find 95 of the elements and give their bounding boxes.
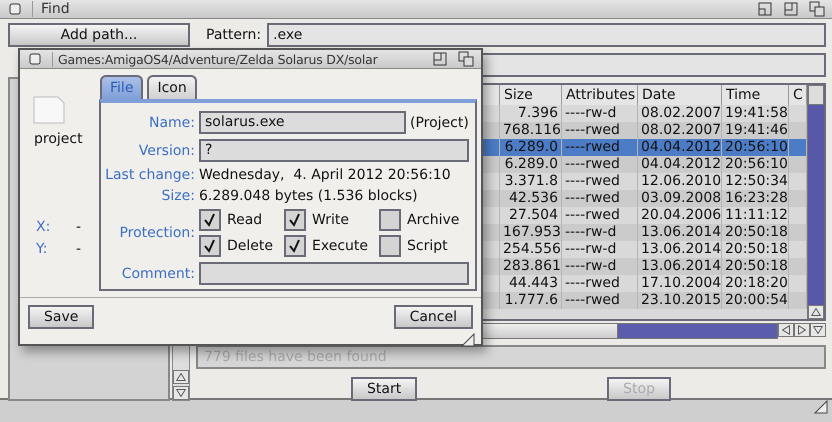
version-field[interactable]: ? xyxy=(199,139,469,162)
size-text: 6.289.048 bytes (1.536 blocks) xyxy=(199,188,419,204)
table-cell: 1.777.6 xyxy=(500,292,562,309)
checkbox[interactable] xyxy=(379,209,401,231)
table-cell: 19:41:58 xyxy=(722,105,789,122)
table-cell xyxy=(789,156,807,173)
table-cell: 167.953 xyxy=(500,224,562,241)
pattern-label: Pattern: xyxy=(206,27,262,43)
table-cell: 13.06.2014 xyxy=(638,258,722,275)
checkbox-label: Archive xyxy=(407,212,460,228)
table-cell: 08.02.2007 xyxy=(638,105,722,122)
field-label: Comment: xyxy=(120,266,195,282)
table-cell xyxy=(789,122,807,139)
table-cell: ----rw-d xyxy=(562,258,638,275)
resize-icon[interactable] xyxy=(461,333,475,347)
column-header[interactable]: Time xyxy=(722,85,789,106)
checkbox[interactable] xyxy=(199,209,221,231)
table-cell: ----rwed xyxy=(562,190,638,207)
save-button[interactable]: Save xyxy=(28,305,94,329)
field-label: Name: xyxy=(148,114,195,130)
table-cell: 7.396 xyxy=(500,105,562,122)
window-title: Games:AmigaOS4/Adventure/Zelda Solarus DX/solar xyxy=(52,52,423,66)
field-label: Last change: xyxy=(104,167,195,183)
table-cell: 283.861 xyxy=(500,258,562,275)
column-header[interactable]: Size xyxy=(500,85,562,106)
table-cell xyxy=(789,190,807,207)
column-header[interactable]: C xyxy=(789,85,807,106)
type-text: (Project) xyxy=(410,114,469,130)
table-cell xyxy=(789,105,807,122)
checkbox-label: Write xyxy=(312,212,349,228)
table-cell: 6.289.0 xyxy=(500,139,562,156)
table-cell: 19:41:46 xyxy=(722,122,789,139)
column-header[interactable]: Date xyxy=(638,85,722,106)
table-cell xyxy=(789,258,807,275)
table-cell: 20:00:54 xyxy=(722,292,789,309)
table-cell: 23.10.2015 xyxy=(638,292,722,309)
down-arrow-icon[interactable] xyxy=(173,386,189,400)
table-cell xyxy=(789,292,807,309)
checkbox[interactable] xyxy=(199,235,221,257)
depth-icon[interactable] xyxy=(457,50,475,68)
checkbox-label: Execute xyxy=(312,238,368,254)
table-cell xyxy=(789,139,807,156)
table-cell: 20:50:18 xyxy=(722,224,789,241)
zoom-icon[interactable] xyxy=(431,50,449,68)
table-cell: ----rw-d xyxy=(562,105,638,122)
table-cell: 16:23:28 xyxy=(722,190,789,207)
table-cell: ----rwed xyxy=(562,122,638,139)
table-cell: 20:56:10 xyxy=(722,139,789,156)
checkbox-label: Script xyxy=(407,238,448,254)
table-cell: ----rwed xyxy=(562,139,638,156)
checkbox[interactable] xyxy=(284,235,306,257)
comment-field[interactable] xyxy=(199,262,469,285)
position-value: - xyxy=(76,219,82,235)
table-cell: 42.536 xyxy=(500,190,562,207)
table-cell: ----rwed xyxy=(562,156,638,173)
checkbox-label: Read xyxy=(227,212,262,228)
table-cell: 20:50:18 xyxy=(722,258,789,275)
checkbox[interactable] xyxy=(284,209,306,231)
field-label: Version: xyxy=(138,142,195,158)
icon-type-text: project xyxy=(34,131,84,147)
table-cell: 04.04.2012 xyxy=(638,139,722,156)
last-change-text: Wednesday, 4. April 2012 20:56:10 xyxy=(199,167,452,183)
table-cell: 20:56:10 xyxy=(722,156,789,173)
add-path-button[interactable]: Add path... xyxy=(8,23,190,47)
table-cell: 03.09.2008 xyxy=(638,190,722,207)
scrollbar[interactable] xyxy=(807,85,824,319)
checkbox[interactable] xyxy=(379,235,401,257)
checkbox-label: Delete xyxy=(227,238,273,254)
pattern-field[interactable]: .exe xyxy=(267,23,826,47)
up-arrow-icon[interactable] xyxy=(808,305,824,319)
field-label: Protection: xyxy=(118,225,195,241)
field-label: Size: xyxy=(160,188,195,204)
name-field[interactable]: solarus.exe xyxy=(199,111,406,134)
depth-icon[interactable] xyxy=(808,0,826,18)
table-cell: 08.02.2007 xyxy=(638,122,722,139)
zoom-icon[interactable] xyxy=(782,0,800,18)
cancel-button[interactable]: Cancel xyxy=(394,305,473,329)
table-cell xyxy=(789,224,807,241)
position-label: Y: xyxy=(36,241,48,257)
down-arrow-icon[interactable] xyxy=(810,323,826,337)
iconify-icon[interactable] xyxy=(756,0,774,18)
scroll-thumb[interactable] xyxy=(808,85,824,105)
position-label: X: xyxy=(36,219,52,235)
start-button[interactable]: Start xyxy=(350,377,418,401)
up-arrow-icon[interactable] xyxy=(173,370,189,384)
tab[interactable]: Icon xyxy=(147,75,197,99)
table-cell: 6.289.0 xyxy=(500,156,562,173)
column-header[interactable]: Attributes xyxy=(562,85,638,106)
table-cell: 13.06.2014 xyxy=(638,224,722,241)
position-value: - xyxy=(76,241,82,257)
table-cell: ----rwed xyxy=(562,292,638,309)
table-cell: ----rw-d xyxy=(562,224,638,241)
table-cell: 768.116 xyxy=(500,122,562,139)
window-title: Find xyxy=(32,1,748,17)
table-cell: 04.04.2012 xyxy=(638,156,722,173)
